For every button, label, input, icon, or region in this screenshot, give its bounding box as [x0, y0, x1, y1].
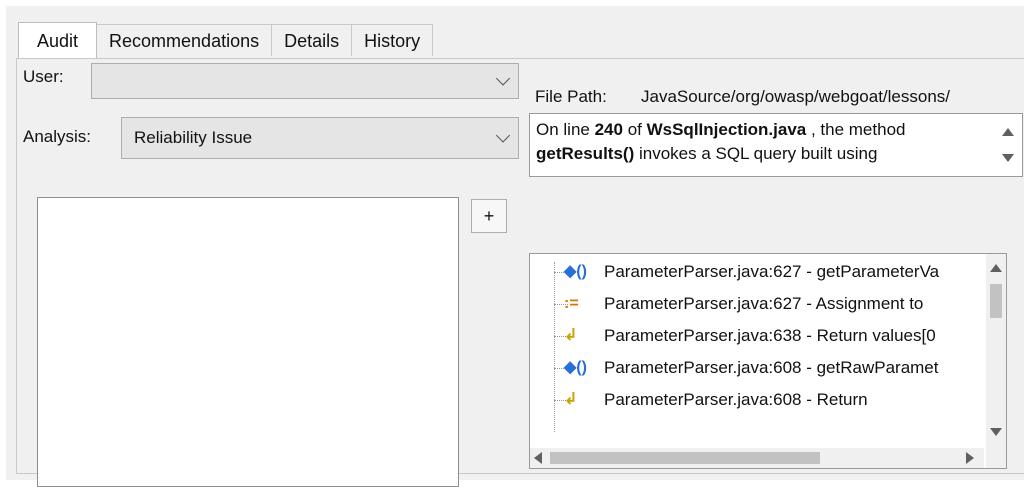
add-button[interactable]: + [471, 199, 507, 233]
method-call-icon: ◆() [564, 263, 587, 280]
scroll-right-icon[interactable] [966, 452, 974, 464]
tab-recommendations[interactable]: Recommendations [96, 24, 273, 56]
trace-node-label: ParameterParser.java:638 - Return values… [604, 326, 936, 345]
audit-content: User: Analysis: Reliability Issue + File… [16, 58, 1024, 487]
scroll-left-icon[interactable] [534, 452, 542, 464]
analysis-label: Analysis: [23, 127, 92, 146]
description-text: , the method [806, 120, 906, 139]
horizontal-scrollbar[interactable] [530, 448, 984, 468]
scroll-up-icon[interactable] [990, 264, 1002, 272]
assignment-icon: := [564, 295, 579, 312]
description-text: On line [536, 120, 595, 139]
comment-textarea[interactable] [37, 197, 459, 487]
audit-panel: Audit Recommendations Details History Us… [6, 6, 1024, 487]
file-name: WsSqlInjection.java [646, 120, 807, 139]
analysis-value: Reliability Issue [134, 128, 253, 147]
trace-node-label: ParameterParser.java:608 - getRawParamet [604, 358, 939, 377]
user-dropdown[interactable] [91, 63, 519, 99]
return-icon: ↲ [564, 391, 578, 408]
analysis-dropdown[interactable]: Reliability Issue [121, 117, 519, 159]
tab-audit[interactable]: Audit [18, 22, 98, 58]
line-number: 240 [594, 120, 623, 139]
issue-description[interactable]: On line 240 of WsSqlInjection.java , the… [529, 113, 1023, 177]
chevron-down-icon [495, 128, 511, 143]
trace-node-label: ParameterParser.java:627 - Assignment to [604, 294, 924, 313]
trace-node-label: ParameterParser.java:627 - getParameterV… [604, 262, 940, 281]
method-call-icon: ◆() [564, 359, 587, 376]
tab-bar: Audit Recommendations Details History [18, 22, 434, 58]
tree-connector [554, 262, 555, 432]
method-name: getResults() [536, 144, 635, 163]
vertical-scroll-thumb[interactable] [990, 284, 1002, 318]
tab-history[interactable]: History [351, 24, 434, 56]
horizontal-scroll-thumb[interactable] [550, 452, 820, 464]
description-text: invokes a SQL query built using [634, 144, 878, 163]
scrollbar-corner [986, 448, 1006, 468]
return-icon: ↲ [564, 327, 578, 344]
file-path-value: JavaSource/org/owasp/webgoat/lessons/ [641, 87, 951, 106]
scroll-up-icon[interactable] [1002, 128, 1014, 136]
trace-tree[interactable]: ◆() ParameterParser.java:627 - getParame… [529, 253, 1007, 469]
scroll-down-icon[interactable] [1002, 154, 1014, 162]
chevron-down-icon [495, 71, 511, 86]
scroll-down-icon[interactable] [990, 428, 1002, 436]
description-text: of [622, 120, 647, 139]
file-path-label: File Path: [535, 87, 607, 106]
trace-node-label: ParameterParser.java:608 - Return [604, 390, 868, 409]
tab-details[interactable]: Details [271, 24, 353, 56]
vertical-scrollbar[interactable] [986, 254, 1006, 448]
user-label: User: [23, 67, 64, 86]
